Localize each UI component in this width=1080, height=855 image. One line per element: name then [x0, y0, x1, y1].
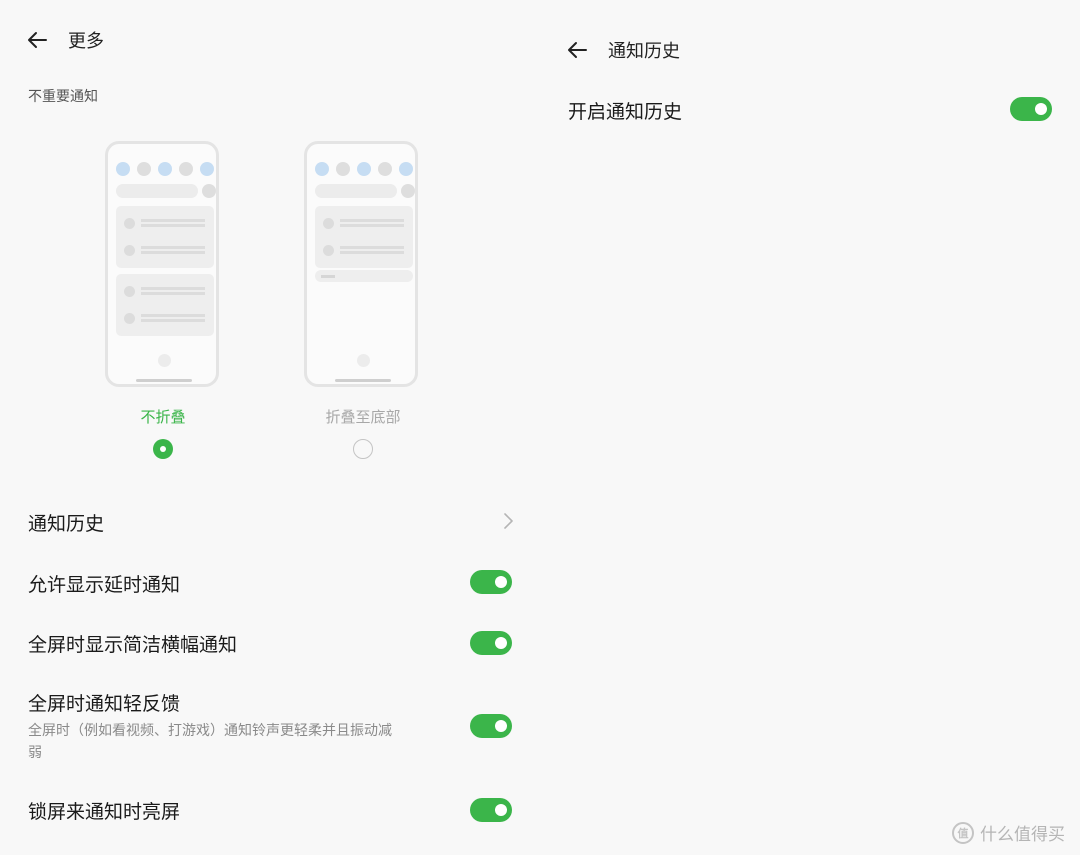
- radio-collapse-bottom[interactable]: [353, 439, 373, 459]
- chevron-right-icon[interactable]: [502, 512, 516, 530]
- toggle-delayed-notifications[interactable]: [470, 570, 512, 594]
- setting-description-light-feedback: 全屏时（例如看视频、打游戏）通知铃声更轻柔并且振动减 弱: [28, 723, 392, 761]
- toggle-wake-screen[interactable]: [470, 798, 512, 822]
- setting-label-delayed-notifications: 允许显示延时通知: [28, 574, 181, 596]
- right-header: 通知历史: [566, 37, 680, 63]
- toggle-simple-banner[interactable]: [470, 631, 512, 655]
- more-settings-pane: 更多 不重要通知 不折叠 折叠至底部 通知历史 允许显示延时通知 全屏时显示简洁…: [0, 0, 540, 855]
- setting-label-wake-screen: 锁屏来通知时亮屏: [28, 801, 181, 823]
- radio-no-collapse[interactable]: [153, 439, 173, 459]
- watermark-logo-icon: 值: [952, 821, 974, 844]
- notification-history-item[interactable]: 通知历史: [28, 509, 104, 536]
- page-title: 通知历史: [608, 41, 680, 62]
- option-label-no-collapse: 不折叠: [140, 408, 186, 426]
- page-title: 更多: [68, 31, 104, 52]
- watermark-text: 什么值得买: [980, 825, 1065, 845]
- setting-label-enable-history: 开启通知历史: [568, 101, 683, 123]
- phone-preview-no-collapse[interactable]: [105, 141, 219, 387]
- back-arrow-icon[interactable]: [26, 29, 48, 51]
- toggle-light-feedback[interactable]: [470, 714, 512, 738]
- setting-label-light-feedback: 全屏时通知轻反馈: [28, 693, 181, 715]
- watermark: 值 什么值得买: [952, 820, 1065, 845]
- left-header: 更多: [26, 27, 104, 53]
- toggle-enable-history[interactable]: [1010, 97, 1052, 121]
- phone-preview-collapse-bottom[interactable]: [304, 141, 418, 387]
- setting-label-simple-banner: 全屏时显示简洁横幅通知: [28, 634, 238, 656]
- back-arrow-icon[interactable]: [566, 39, 588, 61]
- notification-history-pane: 通知历史 开启通知历史: [540, 0, 1080, 855]
- section-label: 不重要通知: [28, 89, 98, 105]
- option-label-collapse-bottom: 折叠至底部: [325, 408, 401, 426]
